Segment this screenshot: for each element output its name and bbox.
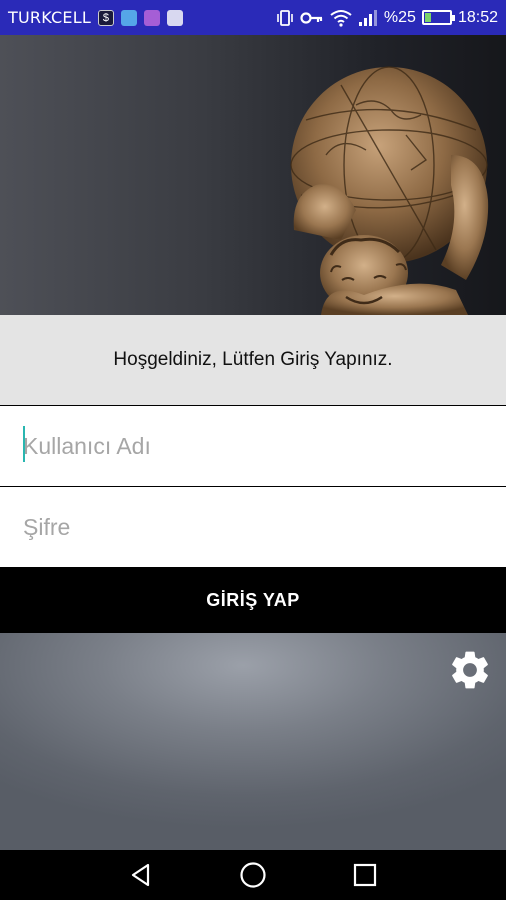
bottom-background xyxy=(0,633,506,850)
battery-percent: %25 xyxy=(383,8,416,26)
navigation-bar xyxy=(0,850,506,900)
gear-icon[interactable] xyxy=(447,647,493,693)
status-right: %25 18:52 xyxy=(276,9,498,27)
password-input[interactable] xyxy=(23,513,493,541)
notification-cloud-icon xyxy=(120,9,137,26)
wifi-icon xyxy=(330,9,352,27)
vibrate-icon xyxy=(277,9,293,26)
key-icon xyxy=(300,11,323,24)
clock: 18:52 xyxy=(457,8,498,26)
status-left: TURKCELL $ xyxy=(8,8,183,27)
hero-banner xyxy=(0,35,506,315)
welcome-message: Hoşgeldiniz, Lütfen Giriş Yapınız. xyxy=(0,315,506,405)
notification-s-icon: $ xyxy=(97,9,114,26)
username-field-container[interactable] xyxy=(0,406,506,486)
back-icon xyxy=(131,863,150,887)
atlas-statue-image xyxy=(290,66,489,315)
notification-app-icon xyxy=(143,9,160,26)
home-icon xyxy=(240,862,266,888)
username-input[interactable] xyxy=(23,432,493,460)
recents-icon xyxy=(353,863,377,887)
status-bar: TURKCELL $ %25 18:52 xyxy=(0,0,506,35)
battery-charging-icon xyxy=(421,10,455,25)
text-cursor xyxy=(23,426,25,462)
back-button[interactable] xyxy=(121,855,161,895)
battery-fill xyxy=(424,13,431,22)
carrier-name: TURKCELL xyxy=(8,8,91,27)
signal-icon xyxy=(358,9,377,26)
login-button[interactable]: GİRİŞ YAP xyxy=(0,568,506,633)
password-field-container[interactable] xyxy=(0,487,506,567)
notification-square-icon xyxy=(166,9,183,26)
home-button[interactable] xyxy=(233,855,273,895)
recents-button[interactable] xyxy=(345,855,385,895)
